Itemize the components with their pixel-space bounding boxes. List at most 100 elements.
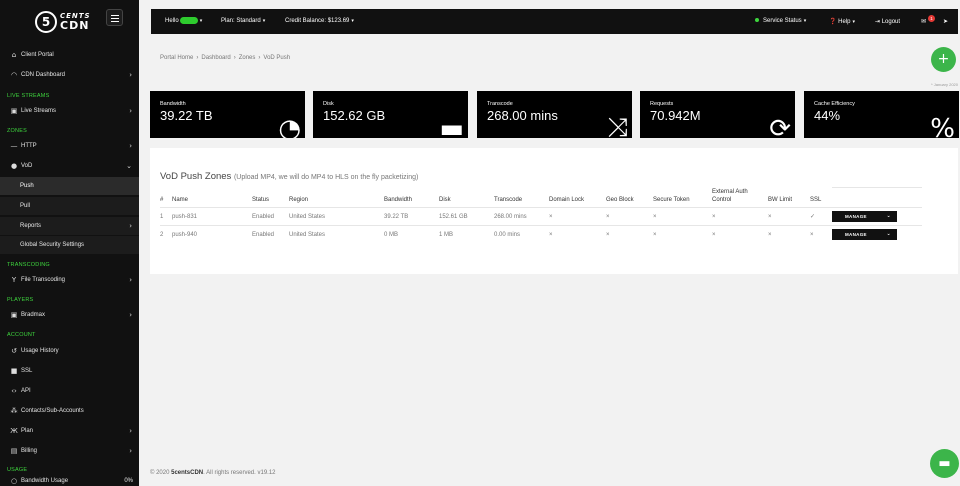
sidebar-item-vod[interactable]: ● VoD ⌄ <box>0 157 139 175</box>
player-icon: ▣ <box>10 311 18 319</box>
caret-down-icon: ▾ <box>803 18 807 24</box>
users-icon: ⁂ <box>10 407 18 415</box>
stat-card-transcode: Transcode 268.00 mins ⤨ <box>477 91 632 138</box>
sidebar-item-file-transcoding[interactable]: Y File Transcoding › <box>0 271 139 289</box>
logout-icon: ⇥ <box>875 18 881 25</box>
gauge-icon: ◠ <box>10 71 18 79</box>
chevron-right-icon: › <box>233 55 236 61</box>
caret-down-icon: ▾ <box>262 18 266 24</box>
caret-down-icon: ▾ <box>351 18 354 24</box>
sync-icon: ⟳ <box>769 114 791 138</box>
sidebar-item-billing[interactable]: ▤ Billing › <box>0 442 139 460</box>
zones-table: # Name Status Region Bandwidth Disk Tran… <box>160 187 922 244</box>
status-dot-icon <box>755 18 759 23</box>
section-live-streams: LIVE STREAMS <box>7 93 50 99</box>
chevron-right-icon: › <box>129 427 132 435</box>
logo[interactable]: 5 CENTS CDN <box>0 0 139 42</box>
date-note: * January 2020 <box>931 82 958 87</box>
breadcrumb-portal-home[interactable]: Portal Home <box>160 55 193 61</box>
percent-icon: % <box>930 114 955 138</box>
manage-button[interactable]: MANAGE ⌄ <box>832 229 897 241</box>
x-icon: × <box>549 207 606 226</box>
hamburger-icon <box>111 15 119 16</box>
breadcrumb-zones[interactable]: Zones <box>239 55 256 61</box>
manage-button[interactable]: MANAGE ⌄ <box>832 211 897 222</box>
x-icon: × <box>653 207 712 226</box>
breadcrumb-dashboard[interactable]: Dashboard <box>201 55 230 61</box>
sidebar-item-live-streams[interactable]: ▣ Live Streams › <box>0 102 139 120</box>
chevron-right-icon: › <box>129 142 132 150</box>
chevron-right-icon: › <box>258 55 261 61</box>
vod-icon: ● <box>10 162 18 170</box>
x-icon: × <box>606 225 653 244</box>
x-icon: × <box>606 207 653 226</box>
gauge-icon: ◔ <box>278 114 301 138</box>
sidebar-item-contacts[interactable]: ⁂ Contacts/Sub-Accounts <box>0 402 139 420</box>
sidebar-item-cdn-dashboard[interactable]: ◠ CDN Dashboard › <box>0 66 139 84</box>
logout-button[interactable]: ⇥ Logout <box>875 9 900 35</box>
section-transcoding: TRANSCODING <box>7 262 50 268</box>
bandwidth-usage-value: 0% <box>124 478 133 484</box>
stat-card-cache-efficiency: Cache Efficiency 44% % <box>804 91 959 138</box>
chevron-right-icon: › <box>196 55 199 61</box>
sidebar-item-plan[interactable]: Ж Plan › <box>0 422 139 440</box>
menu-toggle-button[interactable] <box>106 9 123 26</box>
chat-icon: ▬ <box>938 456 951 471</box>
section-account: ACCOUNT <box>7 332 36 338</box>
billing-icon: ▤ <box>10 447 18 455</box>
chevron-right-icon: › <box>129 447 132 455</box>
sidebar-item-reports[interactable]: Reports › <box>0 217 139 235</box>
add-zone-button[interactable]: + <box>931 47 956 72</box>
sidebar: 5 CENTS CDN ⌂ Client Portal ◠ CDN Dashboar… <box>0 0 139 486</box>
x-icon: × <box>712 225 768 244</box>
help-menu[interactable]: ❓ Help ▾ <box>829 9 855 35</box>
filter-icon: Y <box>11 276 17 284</box>
http-icon: — <box>10 142 18 150</box>
section-players: PLAYERS <box>7 297 34 303</box>
help-icon: ❓ <box>829 18 837 25</box>
chevron-right-icon: › <box>129 276 132 284</box>
chevron-right-icon: › <box>129 311 132 319</box>
service-status-menu[interactable]: Service Status ▾ <box>755 9 806 34</box>
sidebar-item-push[interactable]: Push <box>0 177 139 195</box>
breadcrumb-vod-push: VoD Push <box>263 55 291 61</box>
lock-icon: ■ <box>10 367 18 375</box>
table-row: 1 push-831 Enabled United States 39.22 T… <box>160 207 922 226</box>
chevron-right-icon: › <box>129 222 132 230</box>
sidebar-item-bandwidth-usage[interactable]: ○ Bandwidth Usage 0% <box>0 472 139 486</box>
chevron-right-icon: › <box>129 107 132 115</box>
sidebar-item-api[interactable]: ‹› API <box>0 382 139 400</box>
plan-menu[interactable]: Plan: Standard ▾ <box>221 9 265 34</box>
chevron-down-icon: ⌄ <box>886 213 891 219</box>
disk-icon: ▬ <box>439 114 464 138</box>
x-icon: × <box>768 207 810 226</box>
plus-icon: + <box>937 51 950 67</box>
plan-icon: Ж <box>10 427 18 435</box>
table-row: 2 push-940 Enabled United States 0 MB 1 … <box>160 225 922 244</box>
notification-badge: 1 <box>928 15 935 22</box>
sidebar-item-client-portal[interactable]: ⌂ Client Portal <box>0 46 139 64</box>
mail-icon[interactable]: ✉ <box>921 9 926 34</box>
sidebar-item-http[interactable]: — HTTP › <box>0 137 139 155</box>
user-menu[interactable]: Hello ▾ <box>165 9 202 34</box>
sidebar-item-bradmax[interactable]: ▣ Bradmax › <box>0 306 139 324</box>
sidebar-item-ssl[interactable]: ■ SSL <box>0 362 139 380</box>
sidebar-item-usage-history[interactable]: ↺ Usage History <box>0 342 139 360</box>
sidebar-item-global-security[interactable]: Global Security Settings <box>0 236 139 254</box>
chevron-right-icon: › <box>129 71 132 79</box>
home-icon: ⌂ <box>11 51 17 59</box>
chat-button[interactable]: ▬ <box>930 449 959 478</box>
shuffle-icon: ⤨ <box>607 113 628 138</box>
x-icon: × <box>549 225 606 244</box>
caret-down-icon: ▾ <box>199 18 203 24</box>
stat-card-requests: Requests 70.942M ⟳ <box>640 91 795 138</box>
zone-name: push-940 <box>172 225 252 244</box>
user-name-redacted <box>179 16 198 24</box>
credit-balance-menu[interactable]: Credit Balance: $123.69 ▾ <box>285 9 354 34</box>
section-zones: ZONES <box>7 128 27 134</box>
panel-subtitle: (Upload MP4, we will do MP4 to HLS on th… <box>233 174 419 181</box>
send-icon[interactable]: ➤ <box>943 9 948 34</box>
footer-brand-link[interactable]: 5centsCDN <box>171 470 203 476</box>
sidebar-item-pull[interactable]: Pull <box>0 197 139 215</box>
logo-mark: 5 <box>35 11 57 33</box>
